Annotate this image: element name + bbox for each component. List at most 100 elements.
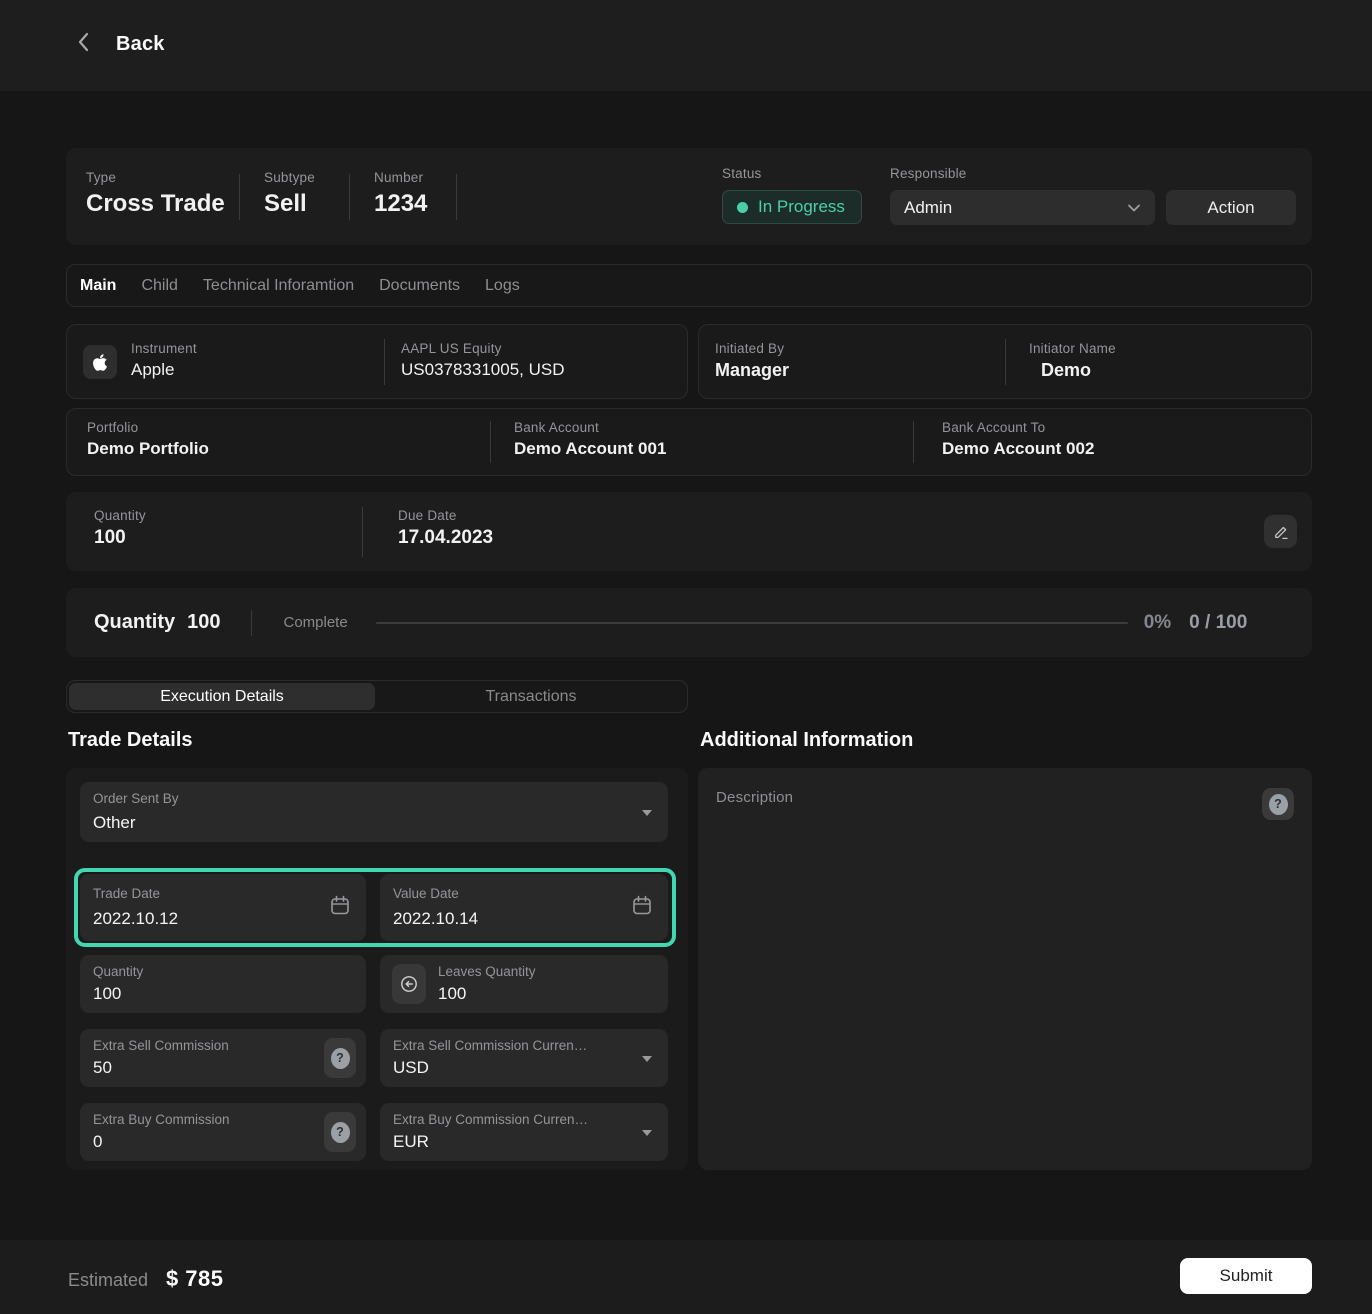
divider [384,339,385,385]
bank-account-label: Bank Account [514,420,666,435]
value-date-label: Value Date [393,886,459,901]
leaves-quantity-label: Leaves Quantity [438,964,536,979]
pencil-icon [1272,523,1290,541]
quantity-input[interactable]: Quantity 100 [80,955,366,1013]
progress-title: Quantity 100 [94,611,221,634]
trade-date-value: 2022.10.12 [93,909,178,929]
back-button[interactable]: Back [74,30,165,59]
help-button[interactable]: ? [1262,788,1294,820]
estimated-label: Estimated [68,1270,148,1291]
order-sent-by-label: Order Sent By [93,791,179,806]
tab-logs[interactable]: Logs [485,277,520,295]
tab-documents[interactable]: Documents [379,277,460,295]
trade-header-card: Type Cross Trade Subtype Sell Number 123… [66,148,1312,245]
tab-bar: Main Child Technical Inforamtion Documen… [66,264,1312,307]
bank-account-field: Bank Account Demo Account 001 [514,420,666,459]
trade-details-title: Trade Details [68,729,193,752]
leaves-quantity-value: 100 [438,984,466,1004]
instrument-value: Apple [131,360,197,380]
quantity-input-value: 100 [93,984,121,1004]
caret-down-icon [642,1056,652,1062]
initiated-by-label: Initiated By [715,341,789,356]
initiator-name-value: Demo [1041,360,1116,381]
chevron-down-icon [1125,199,1143,217]
estimated-currency: $ [166,1266,178,1292]
extra-sell-commission-label: Extra Sell Commission [93,1038,229,1053]
details-segmented-control: Execution Details Transactions [66,680,688,713]
caret-down-icon [642,1130,652,1136]
estimated-total: Estimated $ 785 [68,1266,224,1292]
additional-information-title: Additional Information [700,729,913,752]
tab-main[interactable]: Main [80,277,116,295]
extra-buy-commission-currency-label: Extra Buy Commission Curren… [393,1112,588,1127]
divider [362,507,363,557]
edit-button[interactable] [1264,515,1297,548]
quantity-input-label: Quantity [93,964,143,979]
action-button[interactable]: Action [1166,190,1296,225]
instrument-card: Instrument Apple AAPL US Equity US037833… [66,324,688,399]
responsible-select[interactable]: Admin [890,190,1155,225]
extra-sell-commission-currency-label: Extra Sell Commission Curren… [393,1038,587,1053]
restore-arrow-icon [392,964,426,1004]
bank-account-to-value: Demo Account 002 [942,439,1094,459]
extra-sell-commission-input[interactable]: Extra Sell Commission 50 ? [80,1029,366,1087]
apple-logo-icon [83,345,117,379]
tab-child[interactable]: Child [141,277,177,295]
question-mark-icon: ? [1269,794,1288,815]
type-label: Type [86,170,116,185]
extra-buy-commission-input[interactable]: Extra Buy Commission 0 ? [80,1103,366,1161]
calendar-icon[interactable] [630,893,654,922]
trade-details-panel: Order Sent By Other Trade Date 2022.10.1… [66,768,688,1170]
estimated-amount: 785 [185,1266,223,1292]
question-mark-icon: ? [331,1122,350,1143]
progress-quantity-label: Quantity [94,611,175,633]
number-value: 1234 [374,190,427,218]
help-button[interactable]: ? [324,1112,356,1152]
initiation-card: Initiated By Manager Initiator Name Demo [698,324,1312,399]
status-badge: In Progress [722,190,862,224]
tab-technical-information[interactable]: Technical Inforamtion [203,277,354,295]
responsible-value: Admin [904,198,952,218]
due-date-field: Due Date 17.04.2023 [398,508,493,549]
trade-date-label: Trade Date [93,886,160,901]
extra-buy-commission-currency-select[interactable]: Extra Buy Commission Curren… EUR [380,1103,668,1161]
trade-date-field[interactable]: Trade Date 2022.10.12 [80,874,366,941]
order-summary-card: Quantity 100 Due Date 17.04.2023 [66,492,1312,571]
segment-execution-details[interactable]: Execution Details [69,683,375,710]
progress-quantity-value: 100 [187,611,220,633]
status-label: Status [722,166,761,181]
order-sent-by-value: Other [93,813,136,833]
value-date-field[interactable]: Value Date 2022.10.14 [380,874,668,941]
portfolio-value: Demo Portfolio [87,439,209,459]
divider [913,421,914,463]
divider [456,174,457,220]
initiated-by-value: Manager [715,360,789,381]
status-dot-icon [737,202,748,213]
instrument-field: Instrument Apple [131,341,197,380]
chevron-left-icon [74,30,94,59]
help-button[interactable]: ? [324,1038,356,1078]
extra-buy-commission-currency-value: EUR [393,1132,429,1152]
value-date-value: 2022.10.14 [393,909,478,929]
responsible-label: Responsible [890,166,967,181]
segment-transactions[interactable]: Transactions [377,683,685,710]
extra-sell-commission-currency-select[interactable]: Extra Sell Commission Curren… USD [380,1029,668,1087]
divider [1005,339,1006,385]
submit-button[interactable]: Submit [1180,1258,1312,1294]
order-sent-by-select[interactable]: Order Sent By Other [80,782,668,842]
question-mark-icon: ? [331,1048,350,1069]
description-textarea[interactable]: Description ? [698,768,1312,1170]
back-label: Back [116,33,165,56]
initiator-name-field: Initiator Name Demo [1029,341,1116,381]
extra-sell-commission-value: 50 [93,1058,112,1078]
progress-percent: 0% [1144,612,1171,634]
equity-field: AAPL US Equity US0378331005, USD [401,341,565,380]
leaves-quantity-field[interactable]: Leaves Quantity 100 [380,955,668,1013]
progress-card: Quantity100 Complete 0% 0 / 100 [66,588,1312,657]
calendar-icon[interactable] [328,893,352,922]
subtype-label: Subtype [264,170,315,185]
due-date-value: 17.04.2023 [398,527,493,549]
extra-buy-commission-label: Extra Buy Commission [93,1112,230,1127]
caret-down-icon [642,810,652,816]
description-placeholder: Description [716,789,793,806]
